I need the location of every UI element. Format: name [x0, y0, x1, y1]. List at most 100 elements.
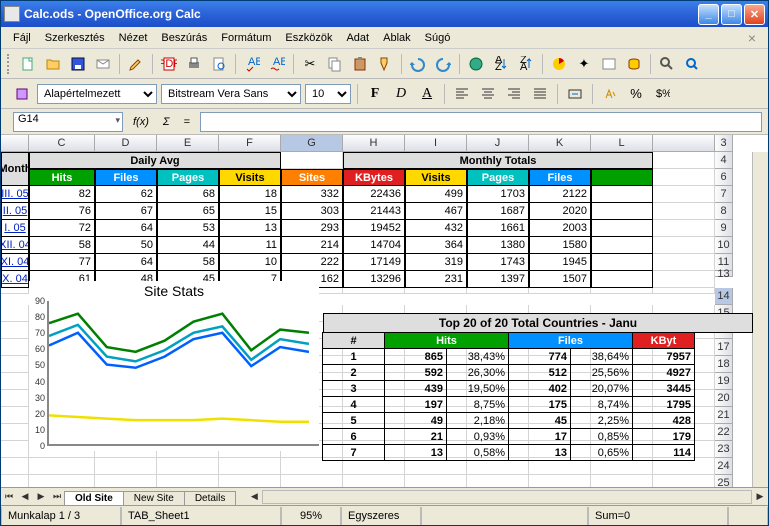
hscroll-left-icon[interactable]: ◀ [246, 489, 262, 505]
align-center-icon[interactable] [477, 83, 499, 105]
month-link[interactable]: I. 05 [1, 220, 29, 237]
menu-insert[interactable]: Beszúrás [155, 30, 213, 46]
chart-site-stats[interactable]: Site Stats 9080706050403020100 [29, 281, 319, 451]
hyperlink-icon[interactable] [465, 53, 487, 75]
close-button[interactable]: ✕ [744, 4, 765, 25]
pdf-icon[interactable]: PDF [158, 53, 180, 75]
chart-title: Site Stats [29, 281, 319, 301]
menu-window[interactable]: Ablak [377, 30, 417, 46]
vertical-scrollbar[interactable] [752, 152, 768, 487]
month-link[interactable]: X. 04 [1, 271, 29, 288]
format-paintbrush-icon[interactable] [374, 53, 396, 75]
chart-icon[interactable] [548, 53, 570, 75]
align-justify-icon[interactable] [529, 83, 551, 105]
spellcheck-icon[interactable]: ABC [241, 53, 263, 75]
print-preview-icon[interactable] [208, 53, 230, 75]
sheet-tab-new-site[interactable]: New Site [123, 491, 185, 505]
currency-icon[interactable] [599, 83, 621, 105]
status-sum[interactable]: Sum=0 [588, 507, 728, 525]
tab-prev-icon[interactable]: ◀ [17, 489, 33, 505]
tab-last-icon[interactable]: ⏭ [49, 489, 65, 505]
app-icon [4, 6, 20, 22]
menu-data[interactable]: Adat [340, 30, 375, 46]
month-link[interactable]: XII. 04 [1, 237, 29, 254]
font-select[interactable]: Bitstream Vera Sans [161, 84, 301, 104]
sheet-tab-details[interactable]: Details [184, 491, 237, 505]
toolbar-grip[interactable] [7, 54, 12, 74]
print-icon[interactable] [183, 53, 205, 75]
tab-next-icon[interactable]: ▶ [33, 489, 49, 505]
status-tab: TAB_Sheet1 [121, 507, 281, 525]
window-title: Calc.ods - OpenOffice.org Calc [24, 7, 698, 21]
name-box[interactable]: G14 [13, 112, 123, 132]
menu-format[interactable]: Formátum [215, 30, 277, 46]
copy-icon[interactable] [324, 53, 346, 75]
open-icon[interactable] [42, 53, 64, 75]
function-wizard-icon[interactable]: f(x) [129, 116, 153, 128]
align-right-icon[interactable] [503, 83, 525, 105]
font-size-select[interactable]: 10 [305, 84, 351, 104]
status-bar: Munkalap 1 / 3 TAB_Sheet1 95% Egyszeres … [1, 505, 768, 525]
col-kbytes: KByt [632, 332, 695, 349]
percent-icon[interactable]: % [625, 83, 647, 105]
sheet-area: CDEFGHIJKL3MonthDaily AvgMonthly Totals4… [1, 135, 768, 487]
tab-first-icon[interactable]: ⏮ [1, 489, 17, 505]
col-num: # [322, 332, 385, 349]
menu-file[interactable]: Fájl [7, 30, 37, 46]
function-icon[interactable]: = [180, 116, 194, 128]
paste-icon[interactable] [349, 53, 371, 75]
status-sheet: Munkalap 1 / 3 [1, 507, 121, 525]
sheet-tab-old-site[interactable]: Old Site [64, 491, 124, 505]
cut-icon[interactable]: ✂ [299, 53, 321, 75]
svg-text:$%: $% [656, 88, 670, 100]
menu-bar: Fájl Szerkesztés Nézet Beszúrás Formátum… [1, 27, 768, 49]
auto-spellcheck-icon[interactable]: ABC [266, 53, 288, 75]
new-icon[interactable] [17, 53, 39, 75]
sum-icon[interactable]: Σ [159, 116, 174, 128]
minimize-button[interactable]: _ [698, 4, 719, 25]
menu-view[interactable]: Nézet [113, 30, 154, 46]
menu-edit[interactable]: Szerkesztés [39, 30, 111, 46]
redo-icon[interactable] [432, 53, 454, 75]
style-select[interactable]: Alapértelmezett [37, 84, 157, 104]
title-bar: Calc.ods - OpenOffice.org Calc _ □ ✕ [1, 1, 768, 27]
formula-input[interactable] [200, 112, 762, 132]
email-icon[interactable] [92, 53, 114, 75]
navigator-icon[interactable]: ✦ [573, 53, 595, 75]
status-zoom[interactable]: 95% [281, 507, 341, 525]
merge-cells-icon[interactable] [564, 83, 586, 105]
standard-toolbar: PDF ABC ABC ✂ AZ ZA ✦ [1, 49, 768, 79]
edit-icon[interactable] [125, 53, 147, 75]
maximize-button[interactable]: □ [721, 4, 742, 25]
find-icon[interactable] [656, 53, 678, 75]
bold-button[interactable]: F [364, 83, 386, 105]
svg-text:ABC: ABC [273, 56, 285, 68]
hscroll-right-icon[interactable]: ▶ [752, 489, 768, 505]
underline-button[interactable]: A [416, 83, 438, 105]
menu-help[interactable]: Súgó [419, 30, 457, 46]
styles-icon[interactable] [11, 83, 33, 105]
datasources-icon[interactable] [623, 53, 645, 75]
gallery-icon[interactable] [598, 53, 620, 75]
month-link[interactable]: II. 05 [1, 203, 29, 220]
sort-desc-icon[interactable]: ZA [515, 53, 537, 75]
undo-icon[interactable] [407, 53, 429, 75]
sheet-tab-bar: ⏮ ◀ ▶ ⏭ Old Site New Site Details ◀ ▶ [1, 487, 768, 505]
status-mode[interactable]: Egyszeres [341, 507, 421, 525]
month-link[interactable]: XI. 04 [1, 254, 29, 271]
menu-tools[interactable]: Eszközök [279, 30, 338, 46]
italic-button[interactable]: D [390, 83, 412, 105]
formula-bar: G14 f(x) Σ = [1, 109, 768, 135]
svg-text:A: A [520, 61, 528, 72]
svg-text:PDF: PDF [161, 58, 177, 70]
sort-asc-icon[interactable]: AZ [490, 53, 512, 75]
doc-close-icon[interactable]: × [742, 30, 762, 46]
month-link[interactable]: III. 05 [1, 186, 29, 203]
svg-text:ABC: ABC [248, 56, 260, 68]
standard-format-icon[interactable]: $% [651, 83, 673, 105]
zoom-icon[interactable] [681, 53, 703, 75]
align-left-icon[interactable] [451, 83, 473, 105]
save-icon[interactable] [67, 53, 89, 75]
horizontal-scrollbar[interactable] [262, 490, 752, 504]
countries-title: Top 20 of 20 Total Countries - Janu [323, 313, 753, 333]
